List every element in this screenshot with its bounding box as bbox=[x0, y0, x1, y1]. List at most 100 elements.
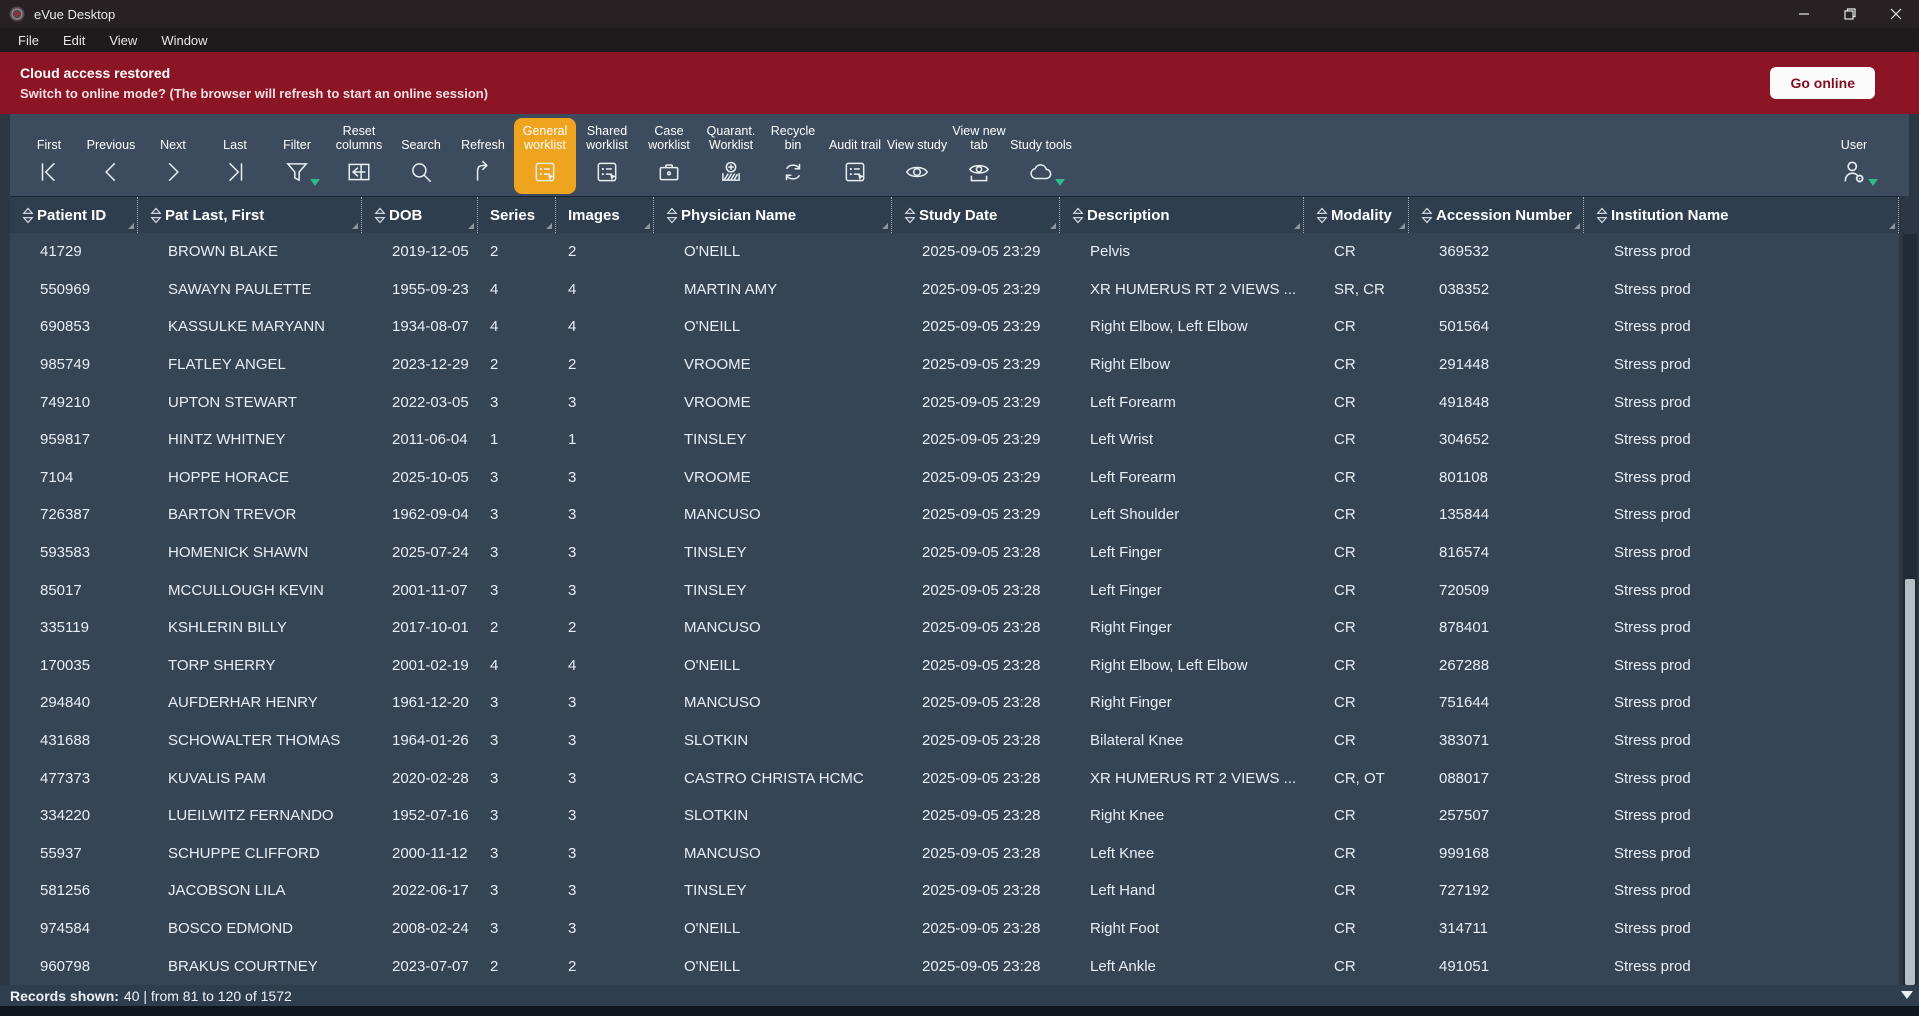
cell-description: Left Forearm bbox=[1060, 469, 1304, 486]
toolbar-button-label: Shared worklist bbox=[576, 120, 638, 152]
table-row[interactable]: 593583HOMENICK SHAWN2025-07-2433TINSLEY2… bbox=[10, 534, 1899, 572]
column-header-accession-number[interactable]: Accession Number bbox=[1409, 197, 1584, 233]
toolbar-button-general-worklist[interactable]: General worklist bbox=[514, 118, 576, 194]
table-row[interactable]: 749210UPTON STEWART2022-03-0533VROOME202… bbox=[10, 383, 1899, 421]
cell-physician-name: MANCUSO bbox=[654, 619, 892, 636]
table-row[interactable]: 170035TORP SHERRY2001-02-1944O'NEILL2025… bbox=[10, 647, 1899, 685]
toolbar-button-filter[interactable]: Filter bbox=[266, 118, 328, 194]
table-row[interactable]: 959817HINTZ WHITNEY2011-06-0411TINSLEY20… bbox=[10, 421, 1899, 459]
go-online-button[interactable]: Go online bbox=[1770, 67, 1875, 99]
cell-dob: 2000-11-12 bbox=[362, 845, 478, 862]
toolbar-button-case-worklist[interactable]: Case worklist bbox=[638, 118, 700, 194]
menu-item-file[interactable]: File bbox=[8, 31, 49, 50]
table-row[interactable]: 41729BROWN BLAKE2019-12-0522O'NEILL2025-… bbox=[10, 233, 1899, 271]
table-row[interactable]: 477373KUVALIS PAM2020-02-2833CASTRO CHRI… bbox=[10, 759, 1899, 797]
column-header-study-date[interactable]: Study Date bbox=[892, 197, 1060, 233]
toolbar-button-view-new-tab[interactable]: View new tab bbox=[948, 118, 1010, 194]
toolbar-button-shared-worklist[interactable]: Shared worklist bbox=[576, 118, 638, 194]
toolbar-button-previous[interactable]: Previous bbox=[80, 118, 142, 194]
dropdown-triangle-icon bbox=[1055, 179, 1065, 186]
toolbar-button-user[interactable]: User bbox=[1819, 118, 1889, 194]
table-row[interactable]: 726387BARTON TREVOR1962-09-0433MANCUSO20… bbox=[10, 496, 1899, 534]
toolbar-button-reset-columns[interactable]: Reset columns bbox=[328, 118, 390, 194]
table-row[interactable]: 960798BRAKUS COURTNEY2023-07-0722O'NEILL… bbox=[10, 947, 1899, 985]
table-row[interactable]: 550969SAWAYN PAULETTE1955-09-2344MARTIN … bbox=[10, 271, 1899, 309]
toolbar-button-refresh[interactable]: Refresh bbox=[452, 118, 514, 194]
toolbar-button-view-study[interactable]: View study bbox=[886, 118, 948, 194]
table-row[interactable]: 7104HOPPE HORACE2025-10-0533VROOME2025-0… bbox=[10, 459, 1899, 497]
minimize-button[interactable] bbox=[1781, 0, 1827, 28]
column-header-pat-last-first[interactable]: Pat Last, First bbox=[138, 197, 362, 233]
cell-accession-number: 369532 bbox=[1409, 243, 1584, 260]
cell-pat-last-first: KSHLERIN BILLY bbox=[138, 619, 362, 636]
cell-pat-last-first: FLATLEY ANGEL bbox=[138, 356, 362, 373]
cell-institution-name: Stress prod bbox=[1584, 958, 1899, 975]
reset-columns-icon bbox=[346, 155, 372, 189]
close-button[interactable] bbox=[1873, 0, 1919, 28]
column-header-description[interactable]: Description bbox=[1060, 197, 1304, 233]
column-header-patient-id[interactable]: Patient ID bbox=[10, 197, 138, 233]
toolbar-button-quarant-worklist[interactable]: Quarant. Worklist bbox=[700, 118, 762, 194]
toolbar-button-study-tools[interactable]: Study tools bbox=[1010, 118, 1072, 194]
cell-institution-name: Stress prod bbox=[1584, 281, 1899, 298]
cell-study-date: 2025-09-05 23:29 bbox=[892, 243, 1060, 260]
table-row[interactable]: 55937SCHUPPE CLIFFORD2000-11-1233MANCUSO… bbox=[10, 835, 1899, 873]
audit-trail-icon bbox=[842, 155, 868, 189]
table-row[interactable]: 335119KSHLERIN BILLY2017-10-0122MANCUSO2… bbox=[10, 609, 1899, 647]
cell-modality: CR bbox=[1304, 619, 1409, 636]
table-row[interactable]: 974584BOSCO EDMOND2008-02-2433O'NEILL202… bbox=[10, 910, 1899, 948]
table-row[interactable]: 581256JACOBSON LILA2022-06-1733TINSLEY20… bbox=[10, 872, 1899, 910]
cell-study-date: 2025-09-05 23:28 bbox=[892, 732, 1060, 749]
toolbar-button-last[interactable]: Last bbox=[204, 118, 266, 194]
cell-dob: 2001-02-19 bbox=[362, 657, 478, 674]
restore-button[interactable] bbox=[1827, 0, 1873, 28]
column-header-institution-name[interactable]: Institution Name bbox=[1584, 197, 1899, 233]
cell-patient-id: 335119 bbox=[10, 619, 138, 636]
cell-dob: 2023-12-29 bbox=[362, 356, 478, 373]
toolbar-button-audit-trail[interactable]: Audit trail bbox=[824, 118, 886, 194]
column-header-label: Accession Number bbox=[1436, 207, 1572, 224]
menu-item-view[interactable]: View bbox=[99, 31, 147, 50]
column-header-modality[interactable]: Modality bbox=[1304, 197, 1409, 233]
toolbar-button-label: User bbox=[1841, 120, 1867, 152]
table-row[interactable]: 85017MCCULLOUGH KEVIN2001-11-0733TINSLEY… bbox=[10, 571, 1899, 609]
vertical-scrollbar[interactable] bbox=[1903, 234, 1917, 985]
table-row[interactable]: 294840AUFDERHAR HENRY1961-12-2033MANCUSO… bbox=[10, 684, 1899, 722]
toolbar-button-label: Previous bbox=[87, 120, 136, 152]
cell-patient-id: 170035 bbox=[10, 657, 138, 674]
cell-series: 2 bbox=[478, 958, 556, 975]
cell-accession-number: 501564 bbox=[1409, 318, 1584, 335]
toolbar-button-first[interactable]: First bbox=[18, 118, 80, 194]
cell-modality: CR bbox=[1304, 732, 1409, 749]
cell-modality: CR bbox=[1304, 845, 1409, 862]
cell-physician-name: VROOME bbox=[654, 394, 892, 411]
cell-modality: CR bbox=[1304, 882, 1409, 899]
column-header-images[interactable]: Images bbox=[556, 197, 654, 233]
cell-dob: 1955-09-23 bbox=[362, 281, 478, 298]
toolbar-button-recycle-bin[interactable]: Recycle bin bbox=[762, 118, 824, 194]
menu-item-edit[interactable]: Edit bbox=[53, 31, 95, 50]
table-row[interactable]: 690853KASSULKE MARYANN1934-08-0744O'NEIL… bbox=[10, 308, 1899, 346]
toolbar-button-next[interactable]: Next bbox=[142, 118, 204, 194]
menu-item-window[interactable]: Window bbox=[151, 31, 217, 50]
cell-accession-number: 801108 bbox=[1409, 469, 1584, 486]
table-row[interactable]: 431688SCHOWALTER THOMAS1964-01-2633SLOTK… bbox=[10, 722, 1899, 760]
cell-images: 3 bbox=[556, 582, 654, 599]
cell-description: Right Foot bbox=[1060, 920, 1304, 937]
column-header-dob[interactable]: DOB bbox=[362, 197, 478, 233]
table-row[interactable]: 985749FLATLEY ANGEL2023-12-2922VROOME202… bbox=[10, 346, 1899, 384]
cell-dob: 2001-11-07 bbox=[362, 582, 478, 599]
toolbar-button-label: Search bbox=[401, 120, 441, 152]
toolbar-button-search[interactable]: Search bbox=[390, 118, 452, 194]
cell-pat-last-first: HOMENICK SHAWN bbox=[138, 544, 362, 561]
cell-images: 3 bbox=[556, 694, 654, 711]
column-header-physician-name[interactable]: Physician Name bbox=[654, 197, 892, 233]
cell-accession-number: 291448 bbox=[1409, 356, 1584, 373]
scroll-down-arrow-icon[interactable] bbox=[1901, 991, 1913, 999]
cell-pat-last-first: BOSCO EDMOND bbox=[138, 920, 362, 937]
scrollbar-thumb[interactable] bbox=[1905, 579, 1915, 985]
column-header-series[interactable]: Series bbox=[478, 197, 556, 233]
sort-icon bbox=[1596, 207, 1608, 224]
table-row[interactable]: 334220LUEILWITZ FERNANDO1952-07-1633SLOT… bbox=[10, 797, 1899, 835]
case-worklist-icon bbox=[656, 155, 682, 189]
